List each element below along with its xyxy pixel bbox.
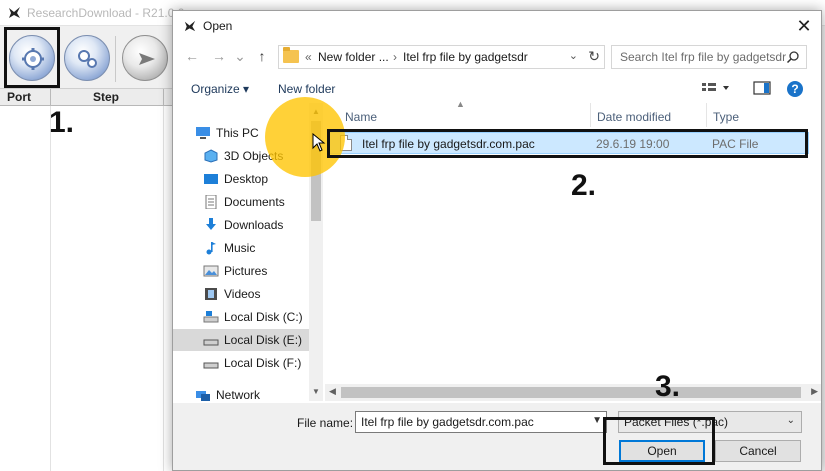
drive-icon [203, 362, 219, 369]
grid-line [163, 106, 164, 471]
sort-ascending-icon: ▲ [456, 99, 465, 109]
settings-button[interactable] [64, 35, 110, 81]
step3-label: 3. [655, 370, 681, 403]
nav-item-pictures[interactable]: Pictures [173, 260, 309, 282]
up-arrow-icon[interactable]: ↑ [253, 46, 271, 66]
drive-icon [203, 339, 219, 346]
new-folder-button[interactable]: New folder [278, 82, 335, 96]
chevron-down-icon[interactable]: ⌄ [569, 49, 578, 62]
nav-item-label: Network [216, 388, 261, 402]
port-grid [0, 106, 172, 471]
download-icon [206, 218, 216, 230]
forward-arrow-icon[interactable]: → [210, 46, 228, 66]
scroll-left-icon[interactable]: ◀ [329, 386, 336, 397]
column-port: Port [7, 90, 31, 104]
dialog-title: Open [203, 19, 233, 33]
start-download-button[interactable] [122, 35, 168, 81]
cube-icon [204, 149, 218, 163]
nav-item-label: Local Disk (C:) [224, 310, 303, 324]
nav-item-documents[interactable]: Documents [173, 191, 309, 213]
pictures-icon [203, 265, 219, 277]
search-icon [786, 51, 799, 64]
file-name-field[interactable]: Itel frp file by gadgetsdr.com.pac [361, 415, 534, 429]
nav-item-label: Music [224, 241, 256, 255]
search-input[interactable]: Search Itel frp file by gadgetsdr [620, 50, 786, 64]
scroll-right-icon[interactable]: ▶ [811, 386, 818, 397]
column-divider [50, 89, 51, 107]
drive-c-icon [203, 311, 219, 323]
desktop-icon [204, 174, 218, 184]
file-name-label: File name: [297, 416, 354, 430]
computer-icon [196, 127, 210, 139]
step3-highlight-box [603, 417, 715, 465]
nav-item-downloads[interactable]: Downloads [173, 214, 309, 236]
back-arrow-icon[interactable]: ← [183, 46, 201, 66]
breadcrumb-separator: › [393, 50, 397, 64]
column-step: Step [93, 90, 120, 104]
refresh-icon[interactable]: ↻ [588, 48, 600, 65]
nav-item-label: Documents [224, 195, 285, 209]
close-icon[interactable]: ✕ [793, 15, 815, 37]
column-type[interactable]: Type [713, 110, 739, 124]
step1-label: 1. [49, 106, 75, 139]
column-divider [163, 89, 164, 107]
port-grid-header: Port Step [0, 88, 172, 107]
grid-line [50, 106, 51, 471]
app-title: ResearchDownload - R21.0.0 [27, 6, 185, 20]
help-icon[interactable]: ? [787, 81, 803, 97]
step2-highlight-box [327, 129, 808, 158]
nav-item-label: Local Disk (F:) [224, 356, 302, 370]
nav-item-label: Videos [224, 287, 261, 301]
mouse-cursor-icon [312, 133, 326, 152]
preview-pane-icon[interactable] [753, 80, 771, 96]
nav-item-videos[interactable]: Videos [173, 283, 309, 305]
open-file-dialog: Open ✕ ← → ⌄ ↑ « New folder ... › Itel f… [172, 10, 822, 471]
dialog-footer: File name: Itel frp file by gadgetsdr.co… [173, 403, 821, 470]
toolbar-divider [115, 36, 116, 82]
nav-item-label: Pictures [224, 264, 268, 278]
search-box[interactable]: Search Itel frp file by gadgetsdr [611, 45, 807, 69]
step2-label: 2. [571, 169, 597, 202]
address-bar[interactable]: « New folder ... › Itel frp file by gadg… [278, 45, 605, 69]
chevron-down-icon[interactable]: ▼ [592, 415, 602, 426]
folder-icon [283, 47, 299, 63]
nav-item-label: Desktop [224, 172, 269, 186]
breadcrumb-item[interactable]: Itel frp file by gadgetsdr [403, 50, 528, 64]
gears-icon [78, 50, 97, 68]
nav-item-local-disk-e[interactable]: Local Disk (E:) [173, 329, 309, 351]
network-icon [196, 391, 210, 401]
file-list-scrollbar[interactable]: ◀ ▶ [325, 384, 821, 401]
nav-item-local-disk-c[interactable]: Local Disk (C:) [173, 306, 309, 328]
recent-locations-chevron-icon[interactable]: ⌄ [231, 46, 249, 66]
chevron-down-icon[interactable]: ⌄ [787, 415, 795, 426]
file-name-combo[interactable]: Itel frp file by gadgetsdr.com.pac ▼ [355, 411, 607, 433]
breadcrumb-overflow[interactable]: « [305, 50, 312, 64]
column-date-modified[interactable]: Date modified [597, 110, 671, 124]
app-logo-icon [184, 20, 196, 32]
column-divider [590, 103, 591, 127]
organize-button[interactable]: Organize ▾ [191, 82, 249, 96]
command-bar: Organize ▾ New folder ? [173, 75, 821, 103]
file-list-header: ▲ Name Date modified Type [325, 99, 821, 127]
app-logo-icon [9, 7, 20, 18]
scrollbar-thumb[interactable] [341, 387, 801, 398]
dialog-titlebar: Open ✕ [173, 11, 821, 41]
column-name[interactable]: Name [345, 110, 377, 124]
videos-icon [205, 288, 217, 300]
nav-item-label: Downloads [224, 218, 284, 232]
play-arrow-icon [139, 53, 155, 65]
music-icon [206, 242, 216, 255]
scroll-down-icon[interactable]: ▼ [309, 385, 323, 399]
nav-item-label: Local Disk (E:) [224, 333, 303, 347]
nav-item-music[interactable]: Music [173, 237, 309, 259]
column-divider [706, 103, 707, 127]
nav-item-label: This PC [216, 126, 259, 140]
breadcrumb-item[interactable]: New folder ... [318, 50, 389, 64]
cancel-button[interactable]: Cancel [715, 440, 801, 462]
nav-item-local-disk-f[interactable]: Local Disk (F:) [173, 352, 309, 374]
documents-icon [205, 195, 217, 209]
step1-highlight-box [4, 27, 60, 88]
navigation-bar: ← → ⌄ ↑ « New folder ... › Itel frp file… [173, 41, 821, 73]
view-options-icon[interactable] [701, 80, 731, 96]
